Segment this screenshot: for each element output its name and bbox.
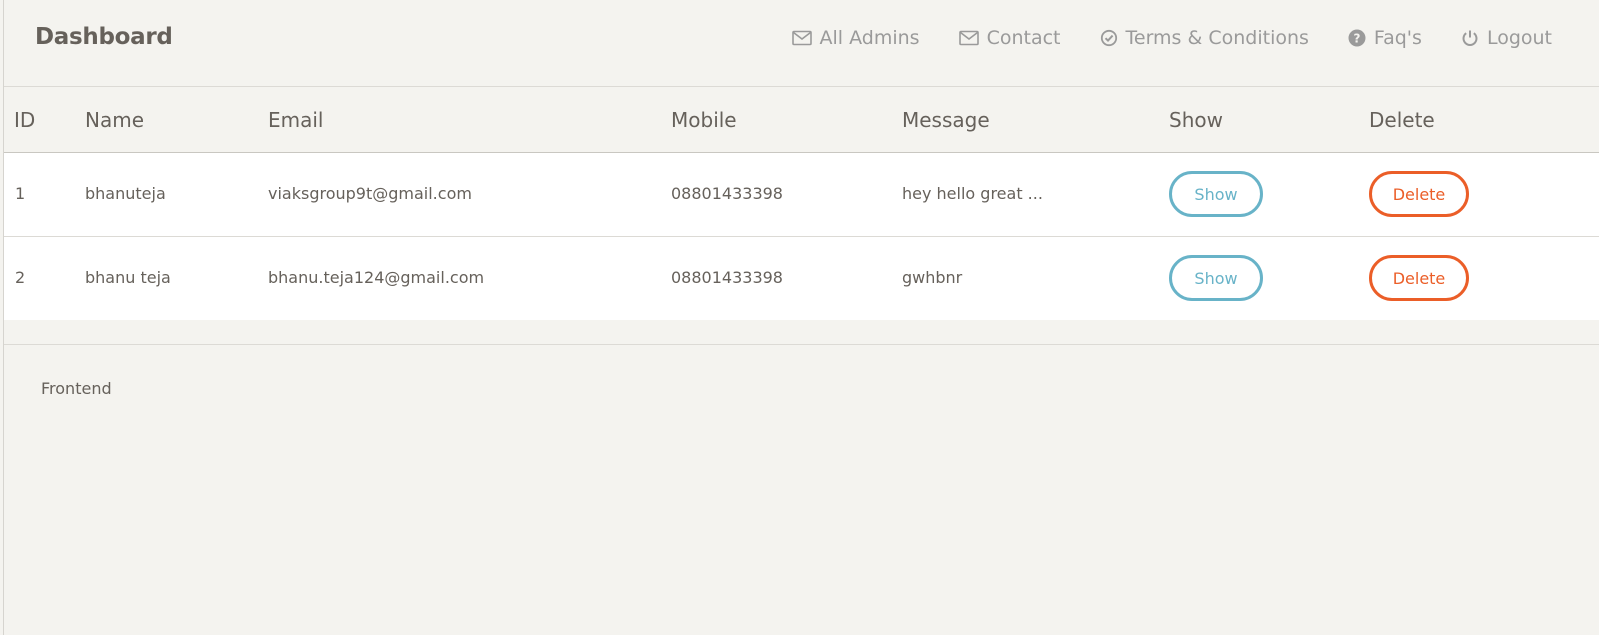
header-message: Message	[902, 108, 990, 132]
cell-email: viaksgroup9t@gmail.com	[268, 184, 472, 203]
header-mobile: Mobile	[671, 108, 737, 132]
svg-text:?: ?	[1353, 32, 1360, 46]
table-header: ID Name Email Mobile Message Show Delete	[4, 88, 1599, 153]
cell-name: bhanu teja	[85, 268, 171, 287]
table-row: 2 bhanu teja bhanu.teja124@gmail.com 088…	[4, 237, 1599, 320]
delete-button[interactable]: Delete	[1369, 255, 1469, 301]
cell-name: bhanuteja	[85, 184, 166, 203]
delete-button[interactable]: Delete	[1369, 171, 1469, 217]
header-name: Name	[85, 108, 145, 132]
nav-label: Faq's	[1373, 27, 1422, 49]
cell-id: 1	[15, 184, 26, 203]
nav-item-terms[interactable]: Terms & Conditions	[1100, 27, 1309, 49]
header-id: ID	[14, 108, 36, 132]
show-button[interactable]: Show	[1169, 255, 1263, 301]
brand-title[interactable]: Dashboard	[35, 24, 173, 50]
nav-item-contact[interactable]: Contact	[958, 27, 1061, 49]
footer: Frontend	[4, 344, 1599, 635]
table-row: 1 bhanuteja viaksgroup9t@gmail.com 08801…	[4, 153, 1599, 237]
nav-item-faqs[interactable]: ? Faq's	[1348, 27, 1422, 49]
header-show: Show	[1169, 108, 1223, 132]
nav-label: Terms & Conditions	[1125, 27, 1309, 49]
page: Dashboard All Admins Contact Terms & Con…	[3, 0, 1599, 635]
nav-label: Contact	[986, 27, 1061, 49]
header-email: Email	[268, 108, 324, 132]
nav-label: Logout	[1486, 27, 1552, 49]
envelope-icon	[791, 30, 812, 46]
envelope-icon	[958, 30, 979, 46]
question-circle-icon: ?	[1348, 29, 1366, 47]
show-button[interactable]: Show	[1169, 171, 1263, 217]
cell-message: hey hello great ...	[902, 184, 1043, 203]
cell-mobile: 08801433398	[671, 268, 783, 287]
cell-message: gwhbnr	[902, 268, 963, 287]
nav-label: All Admins	[819, 27, 920, 49]
cell-id: 2	[15, 268, 26, 287]
nav-item-all-admins[interactable]: All Admins	[791, 27, 920, 49]
cell-email: bhanu.teja124@gmail.com	[268, 268, 485, 287]
nav-item-logout[interactable]: Logout	[1461, 27, 1552, 49]
nav-menu: All Admins Contact Terms & Conditions ? …	[791, 27, 1552, 49]
contacts-table: ID Name Email Mobile Message Show Delete…	[4, 88, 1599, 320]
cell-mobile: 08801433398	[671, 184, 783, 203]
header-delete: Delete	[1369, 108, 1435, 132]
power-icon	[1462, 30, 1478, 46]
check-circle-icon	[1100, 29, 1117, 47]
frontend-link[interactable]: Frontend	[41, 379, 112, 398]
navbar: Dashboard All Admins Contact Terms & Con…	[4, 0, 1599, 87]
